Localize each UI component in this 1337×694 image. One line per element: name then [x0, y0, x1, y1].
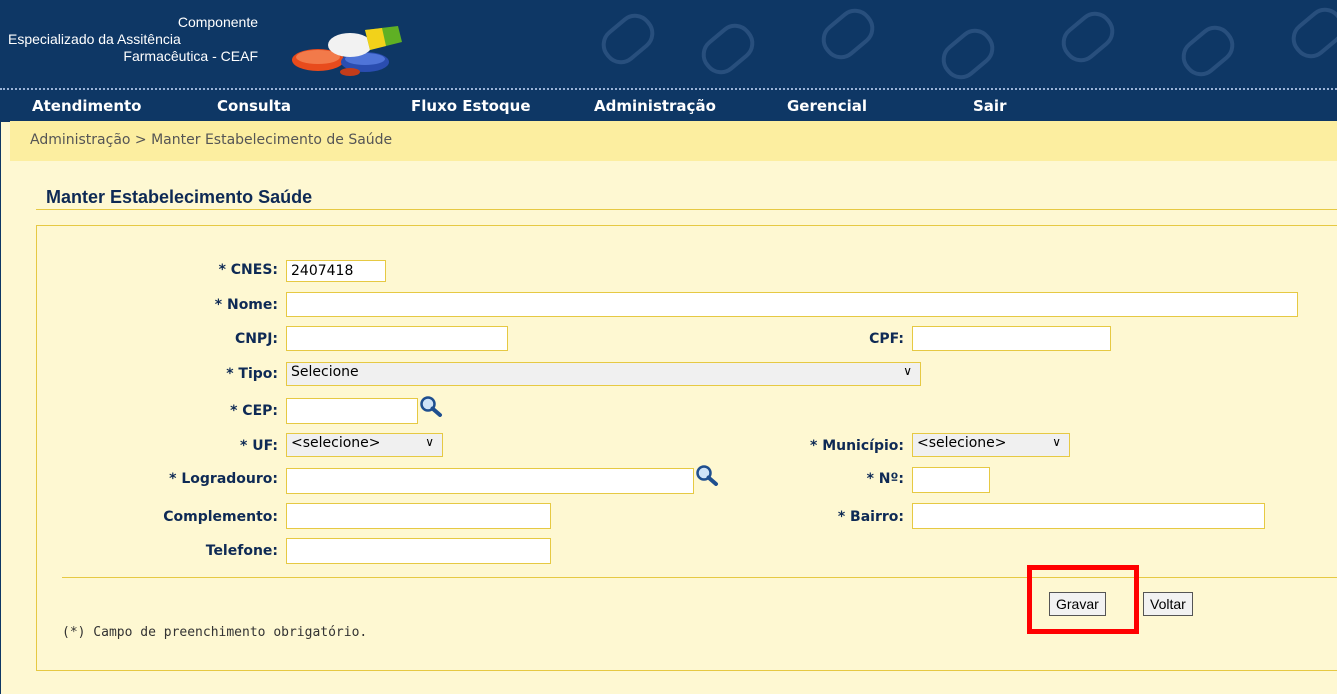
- chevron-down-icon: ∨: [903, 364, 912, 378]
- uf-select[interactable]: <selecione> ∨: [286, 433, 443, 457]
- gravar-highlight-box: [1027, 565, 1139, 634]
- cep-search-icon[interactable]: [419, 395, 443, 417]
- required-fields-note: (*) Campo de preenchimento obrigatório.: [62, 625, 368, 640]
- uf-selected-value: <selecione>: [291, 435, 381, 451]
- logo-text: Componente Especializado da Assitência F…: [8, 14, 258, 65]
- background-pill-icon: [594, 6, 662, 72]
- header-banner: Componente Especializado da Assitência F…: [0, 0, 1337, 88]
- pills-logo-icon: [292, 26, 402, 76]
- numero-field[interactable]: [912, 467, 990, 493]
- logo-line-2: Especializado da Assitência: [8, 31, 181, 47]
- background-pill-icon: [1284, 0, 1337, 66]
- background-pill-icon: [814, 1, 882, 67]
- telefone-field[interactable]: [286, 538, 551, 564]
- nav-item-fluxo-estoque[interactable]: Fluxo Estoque: [411, 97, 531, 115]
- nome-label: * Nome:: [214, 297, 278, 313]
- cep-label: * CEP:: [230, 403, 278, 419]
- cnpj-field[interactable]: [286, 326, 508, 351]
- background-pill-icon: [694, 16, 762, 82]
- cpf-label: CPF:: [869, 331, 904, 347]
- municipio-label: * Município:: [810, 438, 904, 454]
- cnpj-label: CNPJ:: [234, 331, 278, 347]
- nav-item-consulta[interactable]: Consulta: [217, 97, 291, 115]
- breadcrumb-bar: Administração > Manter Estabelecimento d…: [10, 121, 1337, 161]
- cpf-field[interactable]: [912, 326, 1111, 351]
- main-navigation: Atendimento Consulta Fluxo Estoque Admin…: [0, 88, 1337, 122]
- background-pill-icon: [1174, 18, 1242, 84]
- left-border: [0, 121, 1, 694]
- logradouro-label: * Logradouro:: [169, 471, 278, 487]
- cnes-label: * CNES:: [218, 262, 278, 278]
- background-pill-icon: [1054, 4, 1122, 70]
- bairro-field[interactable]: [912, 503, 1265, 529]
- municipio-select[interactable]: <selecione> ∨: [912, 433, 1070, 457]
- voltar-button[interactable]: Voltar: [1143, 592, 1193, 616]
- background-pill-icon: [934, 21, 1002, 87]
- page-title: Manter Estabelecimento Saúde: [46, 187, 313, 207]
- nav-item-gerencial[interactable]: Gerencial: [787, 97, 867, 115]
- nome-field[interactable]: [286, 292, 1298, 317]
- cep-field[interactable]: [286, 398, 418, 424]
- bairro-label: * Bairro:: [837, 509, 904, 525]
- breadcrumb: Administração > Manter Estabelecimento d…: [30, 132, 393, 148]
- logradouro-search-icon[interactable]: [695, 464, 719, 486]
- chevron-down-icon: ∨: [425, 435, 434, 449]
- title-divider: [36, 209, 1337, 210]
- nav-item-atendimento[interactable]: Atendimento: [32, 97, 141, 115]
- chevron-down-icon: ∨: [1052, 435, 1061, 449]
- complemento-field[interactable]: [286, 503, 551, 529]
- telefone-label: Telefone:: [205, 543, 278, 559]
- cnes-field[interactable]: [286, 260, 386, 282]
- tipo-select[interactable]: Selecione ∨: [286, 362, 921, 386]
- form-divider: [62, 577, 1337, 578]
- tipo-selected-value: Selecione: [291, 364, 359, 380]
- complemento-label: Complemento:: [163, 509, 278, 525]
- nav-item-administracao[interactable]: Administração: [594, 97, 716, 115]
- logo-line-3: Farmacêutica - CEAF: [123, 48, 258, 64]
- municipio-selected-value: <selecione>: [917, 435, 1007, 451]
- uf-label: * UF:: [240, 438, 278, 454]
- logo-line-1: Componente: [177, 14, 258, 30]
- nav-item-sair[interactable]: Sair: [973, 97, 1006, 115]
- tipo-label: * Tipo:: [226, 366, 278, 382]
- numero-label: * Nº:: [866, 471, 904, 487]
- logradouro-field[interactable]: [286, 468, 694, 494]
